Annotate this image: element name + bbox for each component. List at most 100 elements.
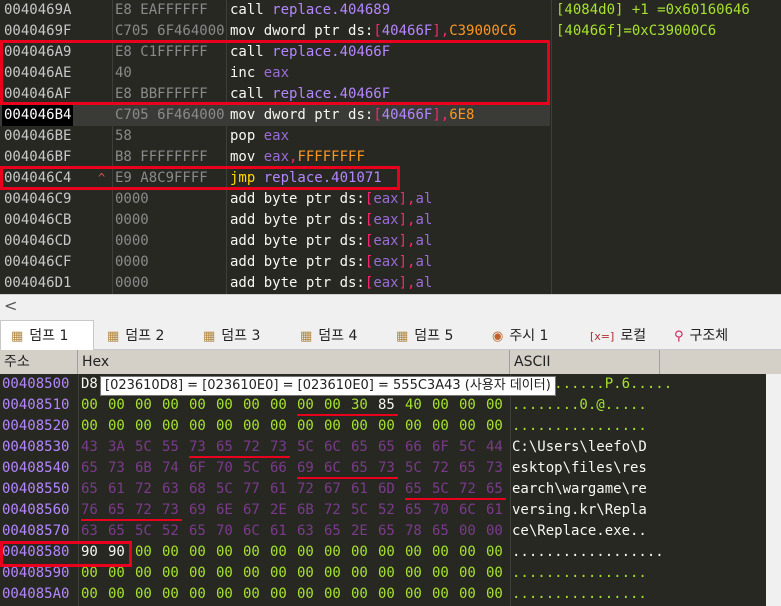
hex-byte[interactable]: 00 [270, 563, 287, 584]
hex-byte[interactable]: 00 [189, 563, 206, 584]
hex-byte[interactable]: 00 [108, 584, 125, 605]
hex-byte[interactable]: 78 [405, 521, 422, 542]
dump-row[interactable]: 00408590 00 00 00 00 00 00 00 00 00 00 00 00 00 00 00 00… [0, 563, 781, 584]
hex-byte[interactable]: 00 [324, 542, 341, 563]
hex-byte[interactable]: 00 [216, 542, 233, 563]
hex-byte[interactable]: 65 [216, 437, 233, 458]
hex-byte[interactable]: 00 [135, 584, 152, 605]
hex-byte[interactable]: 5C [405, 458, 422, 479]
hex-byte[interactable]: 00 [486, 416, 503, 437]
hex-byte[interactable]: 00 [243, 584, 260, 605]
hex-byte[interactable]: 61 [270, 521, 287, 542]
hex-byte[interactable]: 00 [324, 395, 341, 416]
tab-8[interactable]: ⚲ 구조체 [664, 322, 754, 350]
disasm-row[interactable]: 004046AF E8 BBFFFFFF call replace.40466F [0, 84, 550, 105]
hex-byte[interactable]: 72 [432, 458, 449, 479]
disasm-row[interactable]: 0040469A E8 EAFFFFFF call replace.404689 [0, 0, 550, 21]
hex-byte[interactable]: 69 [297, 458, 314, 479]
hex-byte[interactable]: 5C [243, 458, 260, 479]
hex-byte[interactable]: 00 [243, 563, 260, 584]
scroll-left-icon[interactable]: < [4, 296, 17, 315]
dump-row[interactable]: 00408550 65 61 72 63 68 5C 77 61 72 67 61 6D 65 5C 72 65… [0, 479, 781, 500]
hex-byte[interactable]: 73 [486, 458, 503, 479]
hex-byte[interactable]: 76 [81, 500, 98, 521]
hex-byte[interactable]: 00 [351, 416, 368, 437]
disasm-row[interactable]: 004046CF 0000 add byte ptr ds:[eax],al [0, 252, 550, 273]
header-address[interactable]: 주소 [0, 350, 78, 374]
hex-byte[interactable]: 2E [270, 500, 287, 521]
hex-byte[interactable]: 00 [162, 584, 179, 605]
hex-byte[interactable]: 55 [162, 437, 179, 458]
disasm-row[interactable]: 004046CB 0000 add byte ptr ds:[eax],al [0, 210, 550, 231]
hex-byte[interactable]: 3A [108, 437, 125, 458]
dump-row[interactable]: 00408510 00 00 00 00 00 00 00 00 00 00 30 85 40 00 00 00… [0, 395, 781, 416]
hex-byte[interactable]: 00 [135, 395, 152, 416]
hex-byte[interactable]: 00 [270, 395, 287, 416]
hex-byte[interactable]: 00 [378, 416, 395, 437]
hex-byte[interactable]: 00 [405, 584, 422, 605]
hex-byte[interactable]: 66 [405, 437, 422, 458]
hex-byte[interactable]: 43 [81, 437, 98, 458]
hex-byte[interactable]: 00 [189, 542, 206, 563]
hex-byte[interactable]: 5C [459, 437, 476, 458]
hex-byte[interactable]: 00 [81, 563, 98, 584]
hex-byte[interactable]: 00 [459, 395, 476, 416]
hex-byte[interactable]: 73 [162, 500, 179, 521]
hex-byte[interactable]: 73 [270, 437, 287, 458]
hex-byte[interactable]: 00 [432, 395, 449, 416]
hex-byte[interactable]: 2E [351, 521, 368, 542]
hex-byte[interactable]: 00 [270, 542, 287, 563]
hex-byte[interactable]: 00 [108, 395, 125, 416]
hex-byte[interactable]: 00 [459, 416, 476, 437]
hex-byte[interactable]: 67 [324, 479, 341, 500]
hex-byte[interactable]: 00 [189, 584, 206, 605]
disasm-row[interactable]: 004046C9 0000 add byte ptr ds:[eax],al [0, 189, 550, 210]
dump-row[interactable]: 00408560 76 65 72 73 69 6E 67 2E 6B 72 5C 52 65 70 6C 61… [0, 500, 781, 521]
hex-byte[interactable]: 72 [297, 479, 314, 500]
dump-row[interactable]: 00408540 65 73 6B 74 6F 70 5C 66 69 6C 65 73 5C 72 65 73… [0, 458, 781, 479]
hex-byte[interactable]: 00 [297, 395, 314, 416]
hex-byte[interactable]: 00 [243, 395, 260, 416]
tab-4[interactable]: ▦ 덤프 4 [290, 322, 383, 350]
hex-byte[interactable]: 6C [459, 500, 476, 521]
hex-byte[interactable]: 72 [135, 500, 152, 521]
hex-byte[interactable]: 65 [81, 458, 98, 479]
hex-byte[interactable]: 00 [378, 584, 395, 605]
hex-byte[interactable]: 90 [108, 542, 125, 563]
hex-byte[interactable]: 72 [324, 500, 341, 521]
hex-byte[interactable]: 77 [243, 479, 260, 500]
header-hex[interactable]: Hex [78, 350, 510, 374]
hex-byte[interactable]: 00 [216, 395, 233, 416]
vertical-scrollbar[interactable] [766, 374, 781, 606]
hex-byte[interactable]: 00 [162, 542, 179, 563]
disasm-row[interactable]: 004046BF B8 FFFFFFFF mov eax,FFFFFFFF [0, 147, 550, 168]
hex-byte[interactable]: 6B [135, 458, 152, 479]
hex-byte[interactable]: 00 [297, 563, 314, 584]
hex-byte[interactable]: 00 [243, 416, 260, 437]
hex-byte[interactable]: 00 [378, 563, 395, 584]
hex-byte[interactable]: 61 [270, 479, 287, 500]
hex-byte[interactable]: 66 [270, 458, 287, 479]
hex-byte[interactable]: 63 [162, 479, 179, 500]
hex-byte[interactable]: 70 [216, 521, 233, 542]
disasm-row[interactable]: 004046AE 40 inc eax [0, 63, 550, 84]
tab-2[interactable]: ▦ 덤프 2 [97, 322, 190, 350]
hex-byte[interactable]: 00 [486, 521, 503, 542]
hex-byte[interactable]: 69 [189, 500, 206, 521]
hex-byte[interactable]: 00 [81, 395, 98, 416]
hex-byte[interactable]: 30 [351, 395, 368, 416]
hex-byte[interactable]: 00 [351, 563, 368, 584]
hex-byte[interactable]: 67 [243, 500, 260, 521]
hex-byte[interactable]: 00 [351, 542, 368, 563]
hex-byte[interactable]: 00 [459, 563, 476, 584]
dump-row[interactable]: 00408520 00 00 00 00 00 00 00 00 00 00 00 00 00 00 00 00… [0, 416, 781, 437]
hex-byte[interactable]: 00 [378, 542, 395, 563]
hex-byte[interactable]: 65 [189, 521, 206, 542]
hex-byte[interactable]: 61 [351, 479, 368, 500]
tab-6[interactable]: ◉ 주시 1 [482, 322, 577, 350]
hex-byte[interactable]: 00 [486, 395, 503, 416]
hex-byte[interactable]: 00 [459, 584, 476, 605]
hex-byte[interactable]: 00 [297, 416, 314, 437]
hex-byte[interactable]: 6B [297, 500, 314, 521]
hex-byte[interactable]: 00 [243, 542, 260, 563]
